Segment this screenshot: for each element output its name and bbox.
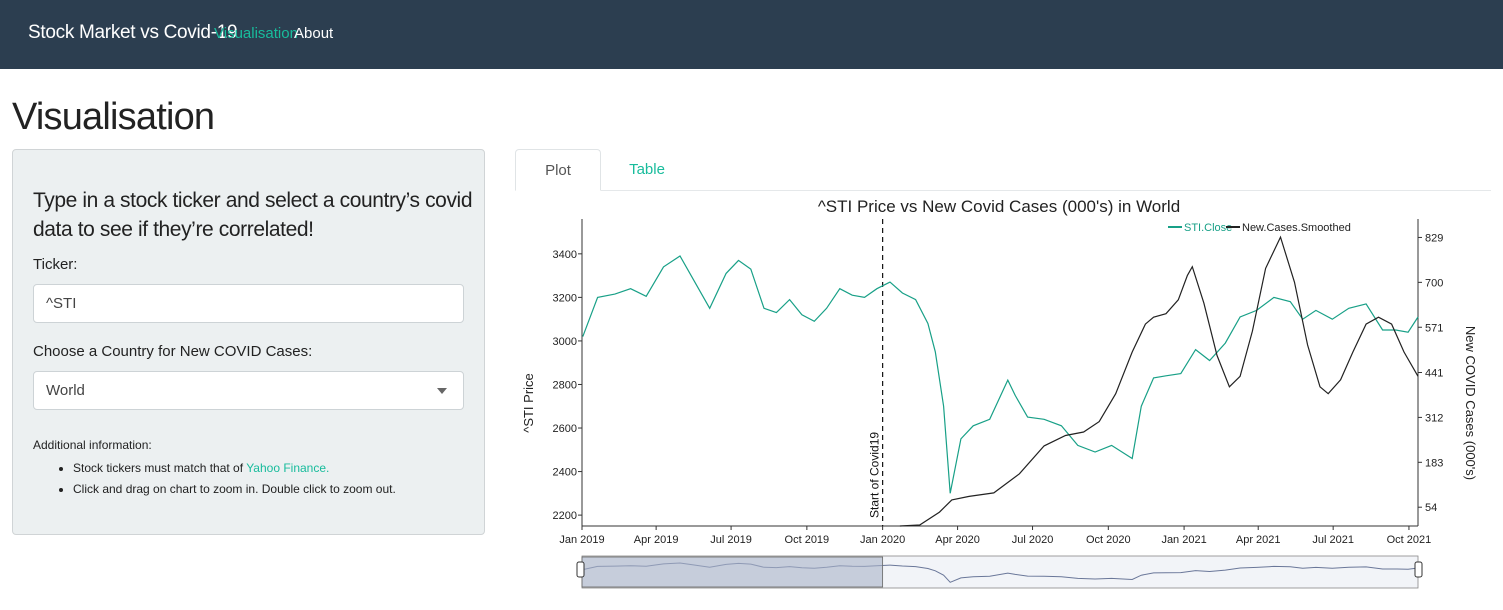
y-tick-label-5: 3200 [553,292,577,304]
legend-label-sti: STI.Close [1184,222,1232,234]
page-title: Visualisation [12,96,215,138]
x-tick-label-11: Oct 2021 [1387,534,1432,546]
country-select[interactable]: World [33,371,464,410]
ticker-label: Ticker: [33,256,78,273]
sidebar-panel: Type in a stock ticker and select a coun… [12,149,485,535]
chevron-down-icon[interactable] [437,388,447,394]
y2-tick-label-5: 700 [1425,277,1443,289]
range-handle-left[interactable] [576,561,585,578]
info-title: Additional information: [33,438,152,452]
y2-tick-label-6: 829 [1425,232,1443,244]
chart-title: ^STI Price vs New Covid Cases (000's) in… [818,197,1180,216]
range-handle-right[interactable] [1414,561,1423,578]
x-tick-label-5: Apr 2020 [935,534,980,546]
info-list: Stock tickers must match that of Yahoo F… [73,458,396,500]
info-item-ticker: Stock tickers must match that of Yahoo F… [73,458,396,479]
yahoo-finance-link[interactable]: Yahoo Finance. [246,461,329,475]
nav-link-about[interactable]: About [294,25,333,42]
x-tick-label-10: Jul 2021 [1312,534,1354,546]
brand-title[interactable]: Stock Market vs Covid-19 [28,22,238,44]
country-label: Choose a Country for New COVID Cases: [33,343,313,360]
series-line-cases [899,235,1419,527]
nav-link-visualisation[interactable]: Visualisation [214,25,298,42]
y-tick-label-3: 2800 [553,379,577,391]
y2-tick-label-0: 54 [1425,502,1437,514]
y-tick-label-6: 3400 [553,249,577,261]
x-tick-label-0: Jan 2019 [559,534,604,546]
x-tick-label-4: Jan 2020 [860,534,905,546]
legend-label-cases: New.Cases.Smoothed [1242,222,1351,234]
y-tick-label-0: 2200 [553,510,577,522]
y2-axis-label: New COVID Cases (000's) [1463,326,1478,480]
range-selector-window[interactable] [581,556,884,588]
x-tick-label-1: Apr 2019 [634,534,679,546]
axis-ticks: Jan 2019 Apr 2019 Jul 2019 Oct 2019 Jan 2020… [553,232,1444,546]
y2-tick-label-1: 183 [1425,457,1443,469]
info-item-ticker-text: Stock tickers must match that of [73,461,247,475]
x-tick-label-8: Jan 2021 [1161,534,1206,546]
y-axis-label: ^STI Price [521,373,536,433]
covid-start-annotation: Start of Covid19 [868,432,882,518]
navbar: Stock Market vs Covid-19 Visualisation A… [0,0,1503,69]
range-selector[interactable] [576,555,1423,589]
tab-table[interactable]: Table [611,149,683,191]
series-line-sti [582,255,1419,494]
tab-bar: Plot Table [515,149,1491,191]
x-tick-label-9: Apr 2021 [1236,534,1281,546]
y-tick-label-1: 2400 [553,467,577,479]
country-select-value: World [46,382,85,399]
y2-tick-label-2: 312 [1425,412,1443,424]
chart[interactable]: ^STI Price vs New Covid Cases (000's) in… [515,191,1491,610]
sidebar-heading: Type in a stock ticker and select a coun… [33,189,473,241]
x-tick-label-7: Oct 2020 [1086,534,1131,546]
ticker-input[interactable]: ^STI [33,284,464,323]
chart-legend: STI.Close New.Cases.Smoothed [1168,222,1351,234]
y2-tick-label-3: 441 [1425,368,1443,380]
info-item-zoom: Click and drag on chart to zoom in. Doub… [73,479,396,500]
x-tick-label-3: Oct 2019 [785,534,830,546]
y2-tick-label-4: 571 [1425,322,1443,334]
x-tick-label-6: Jul 2020 [1012,534,1054,546]
y-tick-label-2: 2600 [553,423,577,435]
y-tick-label-4: 3000 [553,336,577,348]
x-tick-label-2: Jul 2019 [710,534,752,546]
tab-plot[interactable]: Plot [515,149,601,191]
